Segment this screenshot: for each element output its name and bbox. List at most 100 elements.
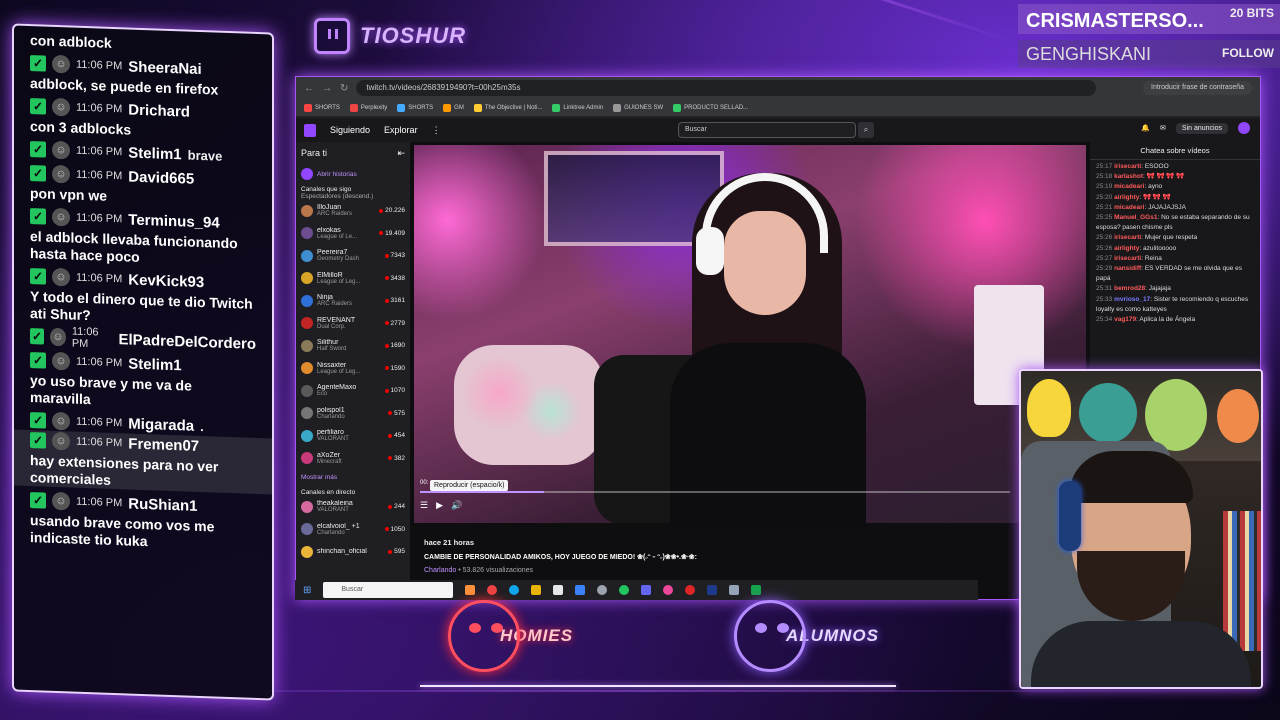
sidebar-channel[interactable]: aXoZer Minecraft 382	[296, 447, 410, 470]
bookmark-item[interactable]: SHORTS	[304, 103, 340, 112]
message-time: 11:06 PM	[76, 415, 123, 430]
video-player[interactable]: 00: Reproducir (espacio/k) ☰ ▶ 🔊	[414, 145, 1086, 523]
chat-username: David665	[128, 167, 195, 188]
edge-icon[interactable]	[509, 585, 520, 595]
sidebar-channel[interactable]: Silithur Half Sword 1690	[296, 335, 410, 358]
chat-username[interactable]: bemrod28	[1114, 285, 1145, 292]
bookmark-icon	[397, 103, 406, 112]
app-icon[interactable]	[729, 585, 740, 595]
chapters-icon[interactable]: ☰	[420, 500, 428, 511]
chat-title: Chatea sobre vídeos	[1090, 142, 1260, 160]
opera-icon[interactable]	[487, 585, 498, 595]
reload-icon[interactable]: ↻	[340, 83, 348, 94]
avatar: ☺	[52, 351, 70, 371]
chat-line: 25:26 irisecarti: Mujer que respeta	[1096, 234, 1198, 242]
chrome-icon[interactable]	[619, 585, 630, 595]
sidebar-channel[interactable]: shinchan_oficial 595	[296, 541, 410, 564]
chat-username[interactable]: irisecarti	[1114, 163, 1141, 170]
channel-name: AgenteMaxo	[317, 384, 357, 392]
chat-username[interactable]: irisecarti	[1114, 234, 1141, 241]
show-more-link[interactable]: Mostrar más	[296, 470, 410, 485]
viewer-count: 3438	[385, 275, 405, 282]
url-bar[interactable]: twitch.tv/videos/2683919490?t=00h25m35s	[356, 80, 1097, 96]
taskbar-search[interactable]: Buscar	[323, 582, 454, 598]
sidebar-channel[interactable]: elxokas League of Le... 19.409	[296, 222, 410, 245]
chat-username[interactable]: nansidiff	[1114, 265, 1141, 272]
chat-username[interactable]: vag179	[1114, 316, 1136, 323]
bookmark-item[interactable]: The Objective | Noti...	[473, 103, 542, 112]
bookmark-item[interactable]: GM	[443, 103, 464, 112]
sidebar-channel[interactable]: AgenteMaxo Eco 1070	[296, 380, 410, 403]
volume-icon[interactable]: 🔊	[451, 500, 462, 511]
avatar: ☺	[50, 327, 66, 347]
app-icon[interactable]	[575, 585, 586, 595]
sidebar-channel[interactable]: polispol1 Charlando 575	[296, 402, 410, 425]
back-icon[interactable]: ←	[304, 83, 314, 94]
password-pill[interactable]: Introducir frase de contraseña	[1143, 81, 1252, 95]
sidebar-channel[interactable]: IlloJuan ARC Raiders 20.226	[296, 200, 410, 223]
chat-username[interactable]: Manuel_GGs1	[1114, 214, 1157, 221]
bookmark-item[interactable]: GUIONES SW	[613, 103, 663, 112]
search-icon[interactable]: ⌕	[858, 122, 874, 138]
play-icon[interactable]: ▶	[436, 500, 443, 511]
chat-username[interactable]: micadeari	[1114, 204, 1144, 211]
chat-username[interactable]: micadeari	[1114, 183, 1144, 190]
sidebar-channel[interactable]: ElMilloR League of Leg... 3438	[296, 267, 410, 290]
channel-category: Eco	[317, 391, 328, 398]
discord-icon[interactable]	[641, 585, 652, 595]
sidebar-channel[interactable]: REVENANT Dual Corp. 2779	[296, 312, 410, 335]
steam-icon[interactable]	[707, 585, 718, 595]
stories-icon	[301, 168, 313, 181]
chat-username[interactable]: irisecarti	[1114, 255, 1141, 262]
message-time: 11:06 PM	[76, 58, 123, 73]
windows-start-icon[interactable]: ⊞	[303, 585, 311, 596]
chat-username[interactable]: karlashot	[1114, 173, 1143, 180]
sidebar-channel[interactable]: theakaleina VALORANT 244	[296, 496, 410, 519]
chat-username[interactable]: mvrioso_17	[1114, 296, 1150, 303]
forward-icon[interactable]: →	[322, 83, 332, 94]
streamer-hair	[1069, 451, 1193, 503]
bookmark-item[interactable]: PRODUCTO SELLAD...	[673, 103, 748, 112]
brave-icon[interactable]	[465, 585, 476, 595]
neon-divider	[420, 685, 896, 687]
no-ads-button[interactable]: Sin anuncios	[1175, 122, 1228, 134]
avatar	[301, 384, 313, 397]
notifications-icon[interactable]: 🔔	[1141, 124, 1150, 132]
video-title: CAMBIE DE PERSONALIDAD AMIKOS, HOY JUEGO…	[424, 554, 697, 561]
nav-browse[interactable]: Explorar	[384, 125, 418, 135]
chat-username[interactable]: airlighty	[1114, 194, 1139, 201]
mod-check-icon: ✓	[30, 432, 46, 449]
twitch-logo-icon[interactable]	[304, 123, 316, 137]
folder-icon[interactable]	[531, 585, 542, 595]
inbox-icon[interactable]: ✉	[1160, 124, 1166, 132]
nav-following[interactable]: Siguiendo	[330, 125, 370, 135]
app-icon[interactable]	[751, 585, 762, 595]
seek-bar[interactable]	[420, 491, 1010, 493]
chat-messages: 25:17 irisecarti: ESOOO 25:18 karlashot: …	[1090, 160, 1260, 325]
video-category[interactable]: Charlando	[424, 567, 456, 574]
followed-sort[interactable]: Espectadores (descend.)	[296, 193, 410, 200]
mod-check-icon: ✓	[30, 412, 46, 429]
pokeball-icon[interactable]	[685, 585, 696, 595]
collapse-icon[interactable]: ⇤	[397, 148, 405, 159]
stories-row[interactable]: Abrir historias	[296, 163, 410, 186]
chat-line: 25:26 airlighty: azulitooooo	[1096, 244, 1177, 252]
avatar[interactable]	[1238, 122, 1250, 134]
bookmark-label: SHORTS	[408, 104, 434, 111]
search-input[interactable]: Buscar	[678, 122, 856, 138]
bookmark-item[interactable]: SHORTS	[397, 103, 434, 112]
more-icon[interactable]: ⋮	[432, 125, 441, 136]
sidebar-channel[interactable]: Nissaxter League of Leg... 1590	[296, 357, 410, 380]
message-time: 11:06 PM	[76, 271, 123, 286]
sidebar-channel[interactable]: perfiliaro VALORANT 454	[296, 425, 410, 448]
sidebar-channel[interactable]: Peereira7 Geometry Dash 7343	[296, 245, 410, 268]
settings-icon[interactable]	[597, 585, 608, 595]
chat-username[interactable]: airlighty	[1114, 245, 1139, 252]
streamer-figure	[670, 163, 866, 523]
app-icon[interactable]	[663, 585, 674, 595]
sidebar-channel[interactable]: elcalvoiol_ +1 Charlando 1050	[296, 518, 410, 541]
sidebar-channel[interactable]: Ninja ARC Raiders 3161	[296, 290, 410, 313]
bookmark-item[interactable]: Perplexity	[349, 103, 387, 112]
store-icon[interactable]	[553, 585, 564, 595]
bookmark-item[interactable]: Linktree Admin	[552, 103, 603, 112]
